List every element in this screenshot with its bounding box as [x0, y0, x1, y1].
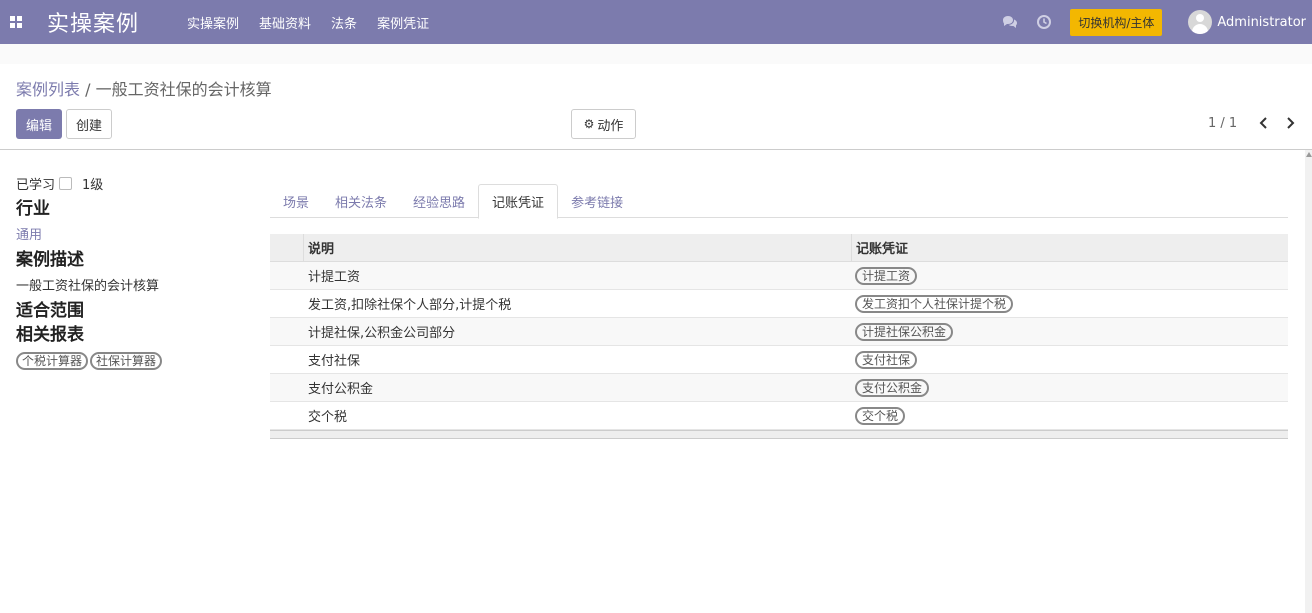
- gear-icon: ⚙: [583, 117, 595, 131]
- menu-item-case-vouchers[interactable]: 案例凭证: [377, 13, 429, 32]
- tab-related-laws[interactable]: 相关法条: [322, 184, 400, 218]
- action-label: 动作: [597, 118, 624, 134]
- report-tag[interactable]: 个税计算器: [16, 352, 89, 370]
- reports-tags: 个税计算器 社保计算器: [16, 352, 256, 370]
- apps-menu-button[interactable]: [0, 0, 32, 44]
- tab-experience[interactable]: 经验思路: [400, 184, 478, 218]
- clock-icon[interactable]: [1036, 14, 1052, 30]
- user-name: Administrator: [1217, 14, 1306, 30]
- reports-title: 相关报表: [16, 325, 84, 345]
- case-info-panel: 已学习 1级 行业 通用 案例描述 一般工资社保的会计核算 适合范围 相关报表 …: [16, 174, 256, 370]
- app-brand[interactable]: 实操案例: [47, 6, 139, 38]
- action-button[interactable]: ⚙ 动作: [571, 109, 636, 139]
- voucher-tag[interactable]: 支付公积金: [855, 378, 930, 397]
- industry-title: 行业: [16, 199, 50, 219]
- pager-previous-button[interactable]: [1256, 114, 1270, 132]
- row-description: 支付社保: [308, 354, 361, 369]
- voucher-table: 说明 记账凭证 计提工资 计提工资 发工资,扣除社保个人部分,计提个税 发工资扣…: [270, 234, 1288, 439]
- menu-item-basic-data[interactable]: 基础资料: [259, 13, 311, 32]
- description-value: 一般工资社保的会计核算: [16, 279, 160, 294]
- voucher-tag[interactable]: 计提工资: [855, 266, 918, 285]
- edit-button[interactable]: 编辑: [16, 109, 62, 139]
- create-button[interactable]: 创建: [66, 109, 112, 139]
- table-row[interactable]: 计提工资 计提工资: [270, 262, 1288, 290]
- chevron-left-icon: [1259, 117, 1267, 129]
- pager-value: 1 / 1: [1208, 116, 1238, 131]
- top-navbar: 实操案例 实操案例 基础资料 法条 案例凭证 切换机构/主体 Administr…: [0, 0, 1312, 44]
- table-row[interactable]: 交个税 交个税: [270, 402, 1288, 430]
- industry-link[interactable]: 通用: [16, 224, 256, 243]
- scope-title: 适合范围: [16, 301, 84, 321]
- menu-item-cases[interactable]: 实操案例: [187, 13, 239, 32]
- learned-checkbox[interactable]: [59, 176, 73, 190]
- learned-row: 已学习 1级: [16, 174, 256, 193]
- chevron-right-icon: [1286, 117, 1294, 129]
- column-header-voucher[interactable]: 记账凭证: [851, 234, 1288, 261]
- row-description: 计提社保,公积金公司部分: [308, 326, 456, 341]
- table-row[interactable]: 计提社保,公积金公司部分 计提社保公积金: [270, 318, 1288, 346]
- control-panel: 案例列表 / 一般工资社保的会计核算 编辑 创建 ⚙ 动作 1 / 1: [0, 64, 1312, 150]
- table-row[interactable]: 发工资,扣除社保个人部分,计提个税 发工资扣个人社保计提个税: [270, 290, 1288, 318]
- row-description: 计提工资: [308, 270, 361, 285]
- column-header-description[interactable]: 说明: [304, 234, 851, 261]
- table-row[interactable]: 支付公积金 支付公积金: [270, 374, 1288, 402]
- user-menu[interactable]: Administrator: [1188, 10, 1306, 34]
- chat-icon[interactable]: [1002, 14, 1018, 30]
- grid-icon: [10, 16, 22, 28]
- voucher-tag[interactable]: 交个税: [855, 406, 906, 425]
- tab-vouchers[interactable]: 记账凭证: [478, 184, 559, 219]
- page-scrollbar[interactable]: [1305, 150, 1312, 613]
- row-description: 交个税: [308, 410, 348, 425]
- notebook-tabs: 场景 相关法条 经验思路 记账凭证 参考链接: [270, 184, 1288, 219]
- report-tag[interactable]: 社保计算器: [90, 352, 163, 370]
- breadcrumb: 案例列表 / 一般工资社保的会计核算: [16, 76, 272, 100]
- row-description: 发工资,扣除社保个人部分,计提个税: [308, 298, 512, 313]
- switch-org-button[interactable]: 切换机构/主体: [1070, 8, 1163, 36]
- table-row[interactable]: 支付社保 支付社保: [270, 346, 1288, 374]
- avatar: [1188, 10, 1213, 34]
- scroll-up-icon[interactable]: [1306, 152, 1312, 157]
- voucher-tag[interactable]: 发工资扣个人社保计提个税: [855, 294, 1014, 313]
- breadcrumb-parent-link[interactable]: 案例列表: [16, 80, 80, 99]
- voucher-tag[interactable]: 支付社保: [855, 350, 918, 369]
- table-footer: [270, 430, 1288, 439]
- level-value: 1级: [82, 177, 104, 193]
- tab-reference-links[interactable]: 参考链接: [558, 184, 636, 218]
- breadcrumb-current: 一般工资社保的会计核算: [95, 80, 272, 99]
- navbar-right: 切换机构/主体 Administrator: [1002, 0, 1312, 44]
- main-menu: 实操案例 基础资料 法条 案例凭证: [187, 13, 449, 32]
- breadcrumb-separator: /: [80, 80, 96, 99]
- voucher-tag[interactable]: 计提社保公积金: [855, 322, 954, 341]
- table-body: 计提工资 计提工资 发工资,扣除社保个人部分,计提个税 发工资扣个人社保计提个税…: [270, 262, 1288, 430]
- table-header: 说明 记账凭证: [270, 234, 1288, 262]
- menu-item-laws[interactable]: 法条: [331, 13, 357, 32]
- pager-next-button[interactable]: [1283, 114, 1297, 132]
- row-description: 支付公积金: [308, 382, 374, 397]
- learned-label: 已学习: [16, 177, 56, 193]
- header-spacer: [0, 44, 1312, 64]
- description-title: 案例描述: [16, 250, 84, 270]
- tab-scene[interactable]: 场景: [270, 184, 322, 218]
